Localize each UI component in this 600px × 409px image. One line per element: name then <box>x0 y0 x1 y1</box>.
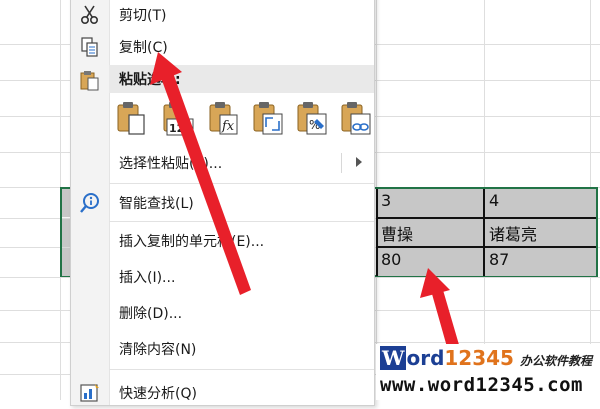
menu-item-label: 选择性粘贴(S)... <box>119 156 223 172</box>
paste-icon <box>115 102 149 141</box>
menu-item-paste-special[interactable]: 选择性粘贴(S)... <box>71 147 374 179</box>
menu-item-quick-analysis[interactable]: 快速分析(Q) <box>71 377 374 409</box>
scissors-icon <box>79 4 101 26</box>
watermark-subtitle: 办公软件教程 <box>519 354 592 368</box>
paste-option-values[interactable]: 123 <box>161 99 195 137</box>
menu-item-label: 复制(C) <box>119 40 168 56</box>
watermark-url: www.word12345.com <box>380 374 583 396</box>
menu-item-label: 插入(I)... <box>119 270 176 286</box>
menu-separator <box>109 369 374 370</box>
submenu-divider <box>341 153 342 173</box>
menu-item-clear-contents[interactable]: 清除内容(N) <box>71 333 374 365</box>
quick-analysis-icon <box>79 382 101 404</box>
menu-item-insert[interactable]: 插入(I)... <box>71 261 374 293</box>
paste-link-icon <box>339 102 373 141</box>
menu-item-insert-copied-cells[interactable]: 插入复制的单元格(E)... <box>71 225 374 257</box>
menu-item-label: 插入复制的单元格(E)... <box>119 234 265 250</box>
watermark-brand: Word12345 办公软件教程 <box>380 346 592 370</box>
menu-item-label: 快速分析(Q) <box>119 386 197 402</box>
menu-item-label: 智能查找(L) <box>119 196 194 212</box>
watermark: Word12345 办公软件教程 www.word12345.com <box>376 344 600 400</box>
menu-separator <box>109 221 374 222</box>
paste-formatting-icon: % <box>295 102 329 141</box>
paste-options-label: 粘贴选项: <box>119 72 181 88</box>
cell-r3c2[interactable]: 87 <box>484 248 596 276</box>
watermark-brand-w: W <box>380 346 407 370</box>
context-menu: 剪切(T) 复制(C) 粘贴选项: 123 fx % 选择性粘贴(S)... 智… <box>70 0 375 406</box>
paste-formulas-icon: fx <box>207 102 241 141</box>
cell-r1c1[interactable]: 3 <box>376 189 484 217</box>
paste-transpose-icon <box>251 102 285 141</box>
cell-border <box>483 189 485 276</box>
cell-border <box>376 189 378 276</box>
paste-option-default[interactable] <box>115 99 149 137</box>
paste-option-formatting[interactable]: % <box>295 99 329 137</box>
watermark-brand-number: 12345 <box>444 346 514 370</box>
menu-item-label: 剪切(T) <box>119 8 167 24</box>
cell-r1c2[interactable]: 4 <box>484 189 596 217</box>
menu-item-label: 删除(D)... <box>119 306 183 322</box>
menu-separator <box>109 183 374 184</box>
cell-r3c1[interactable]: 80 <box>376 248 484 276</box>
cell-r2c2[interactable]: 诸葛亮 <box>484 219 596 247</box>
cell-border <box>376 246 596 248</box>
cell-r2c1[interactable]: 曹操 <box>376 219 484 247</box>
submenu-arrow-icon <box>356 157 362 167</box>
menu-item-copy[interactable]: 复制(C) <box>71 31 374 63</box>
menu-item-smart-lookup[interactable]: 智能查找(L) <box>71 187 374 219</box>
menu-item-delete[interactable]: 删除(D)... <box>71 297 374 329</box>
paste-option-formulas[interactable]: fx <box>207 99 241 137</box>
watermark-brand-ord: ord <box>406 346 445 370</box>
paste-icon <box>79 69 101 91</box>
copy-icon <box>79 36 101 58</box>
paste-option-link[interactable] <box>339 99 373 137</box>
svg-text:fx: fx <box>221 119 235 134</box>
paste-option-transpose[interactable] <box>251 99 285 137</box>
cell-border <box>376 217 596 219</box>
smart-lookup-icon <box>79 192 101 214</box>
paste-options-header: 粘贴选项: <box>109 65 374 93</box>
menu-item-label: 清除内容(N) <box>119 342 197 358</box>
menu-item-cut[interactable]: 剪切(T) <box>71 0 374 31</box>
svg-text:123: 123 <box>169 122 192 135</box>
paste-values-icon: 123 <box>161 102 195 141</box>
